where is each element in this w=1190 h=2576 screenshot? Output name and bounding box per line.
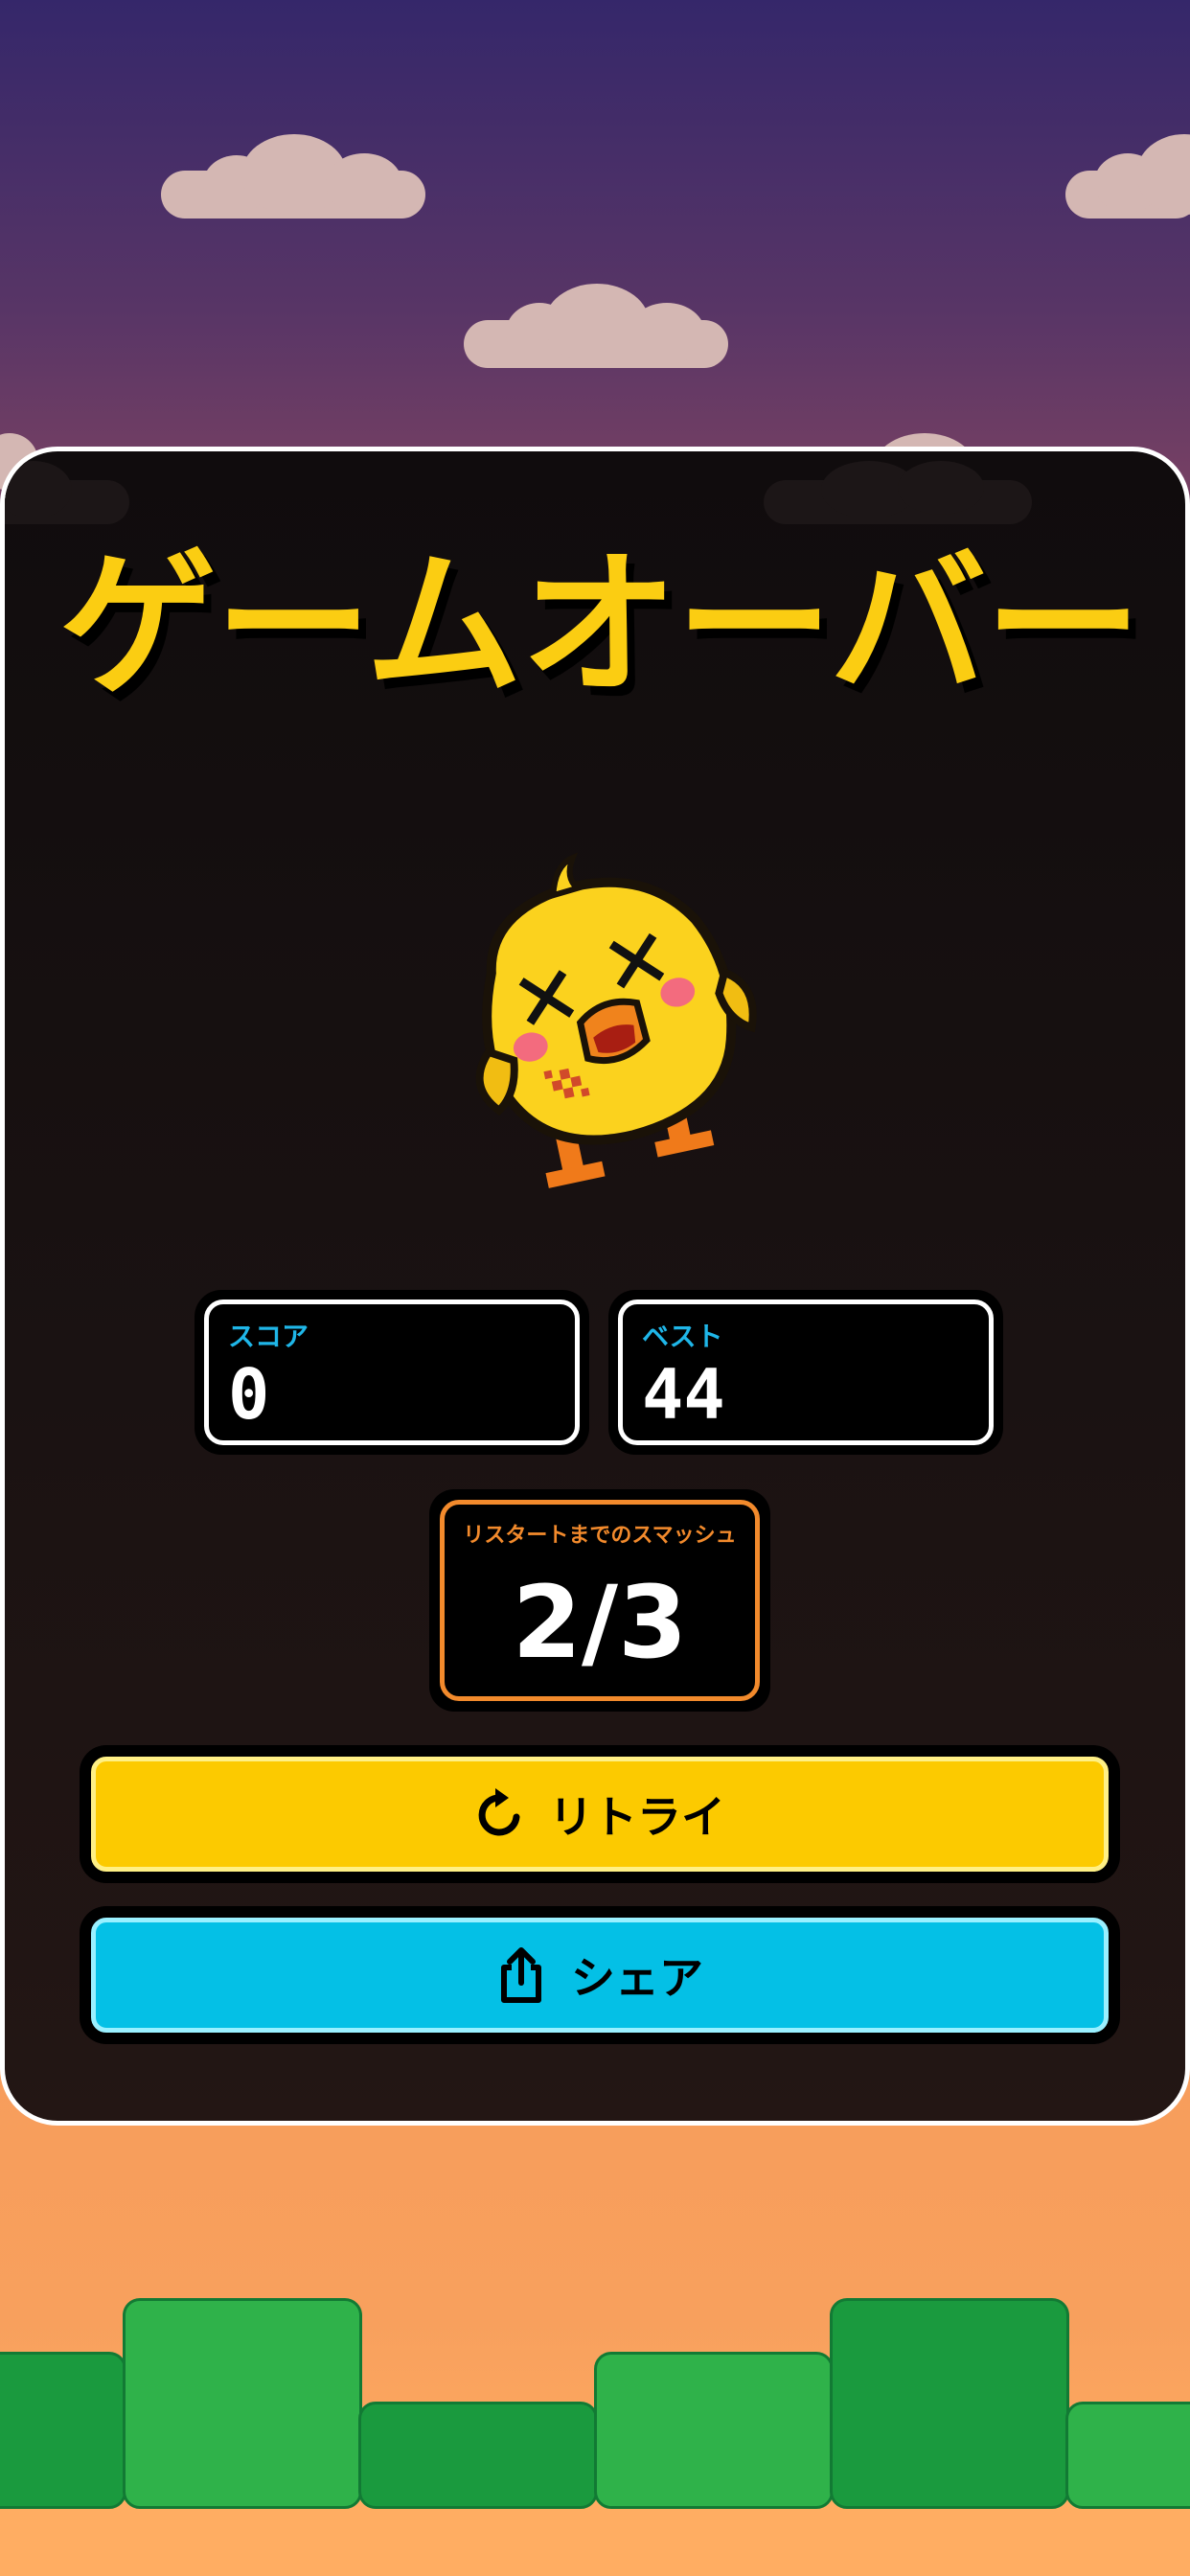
cloud bbox=[464, 284, 728, 370]
cloud bbox=[5, 461, 129, 528]
cloud bbox=[161, 134, 425, 220]
restart-smash-value: 2/3 bbox=[512, 1564, 688, 1681]
refresh-icon bbox=[474, 1785, 524, 1843]
bush bbox=[830, 2298, 1069, 2509]
share-icon bbox=[496, 1946, 546, 2004]
bush bbox=[123, 2298, 362, 2509]
share-button[interactable]: シェア bbox=[80, 1906, 1120, 2044]
bush bbox=[358, 2402, 598, 2509]
game-over-panel: ゲームオーバー スコア 0 ベスト 44 リスタートまでのスマッシュ 2/3 リ… bbox=[0, 447, 1190, 2126]
cloud bbox=[764, 461, 1032, 528]
best-score-panel: ベスト 44 bbox=[608, 1290, 1003, 1455]
cloud bbox=[1065, 134, 1190, 220]
best-value: 44 bbox=[642, 1354, 725, 1435]
best-label: ベスト bbox=[642, 1321, 723, 1352]
score-label: スコア bbox=[228, 1321, 309, 1352]
game-over-title: ゲームオーバー bbox=[59, 534, 1141, 717]
ground bbox=[0, 2501, 1190, 2576]
restart-smash-label: リスタートまでのスマッシュ bbox=[463, 1524, 737, 1548]
dazed-chick-sprite bbox=[475, 852, 757, 1188]
share-label: シェア bbox=[571, 1952, 703, 2004]
score-value: 0 bbox=[228, 1354, 270, 1435]
restart-smash-counter: リスタートまでのスマッシュ 2/3 bbox=[429, 1489, 770, 1712]
bush bbox=[594, 2352, 834, 2509]
retry-button[interactable]: リトライ bbox=[80, 1745, 1120, 1883]
retry-label: リトライ bbox=[549, 1791, 725, 1843]
bush bbox=[1065, 2402, 1190, 2509]
score-panel: スコア 0 bbox=[195, 1290, 589, 1455]
bush bbox=[0, 2352, 126, 2509]
